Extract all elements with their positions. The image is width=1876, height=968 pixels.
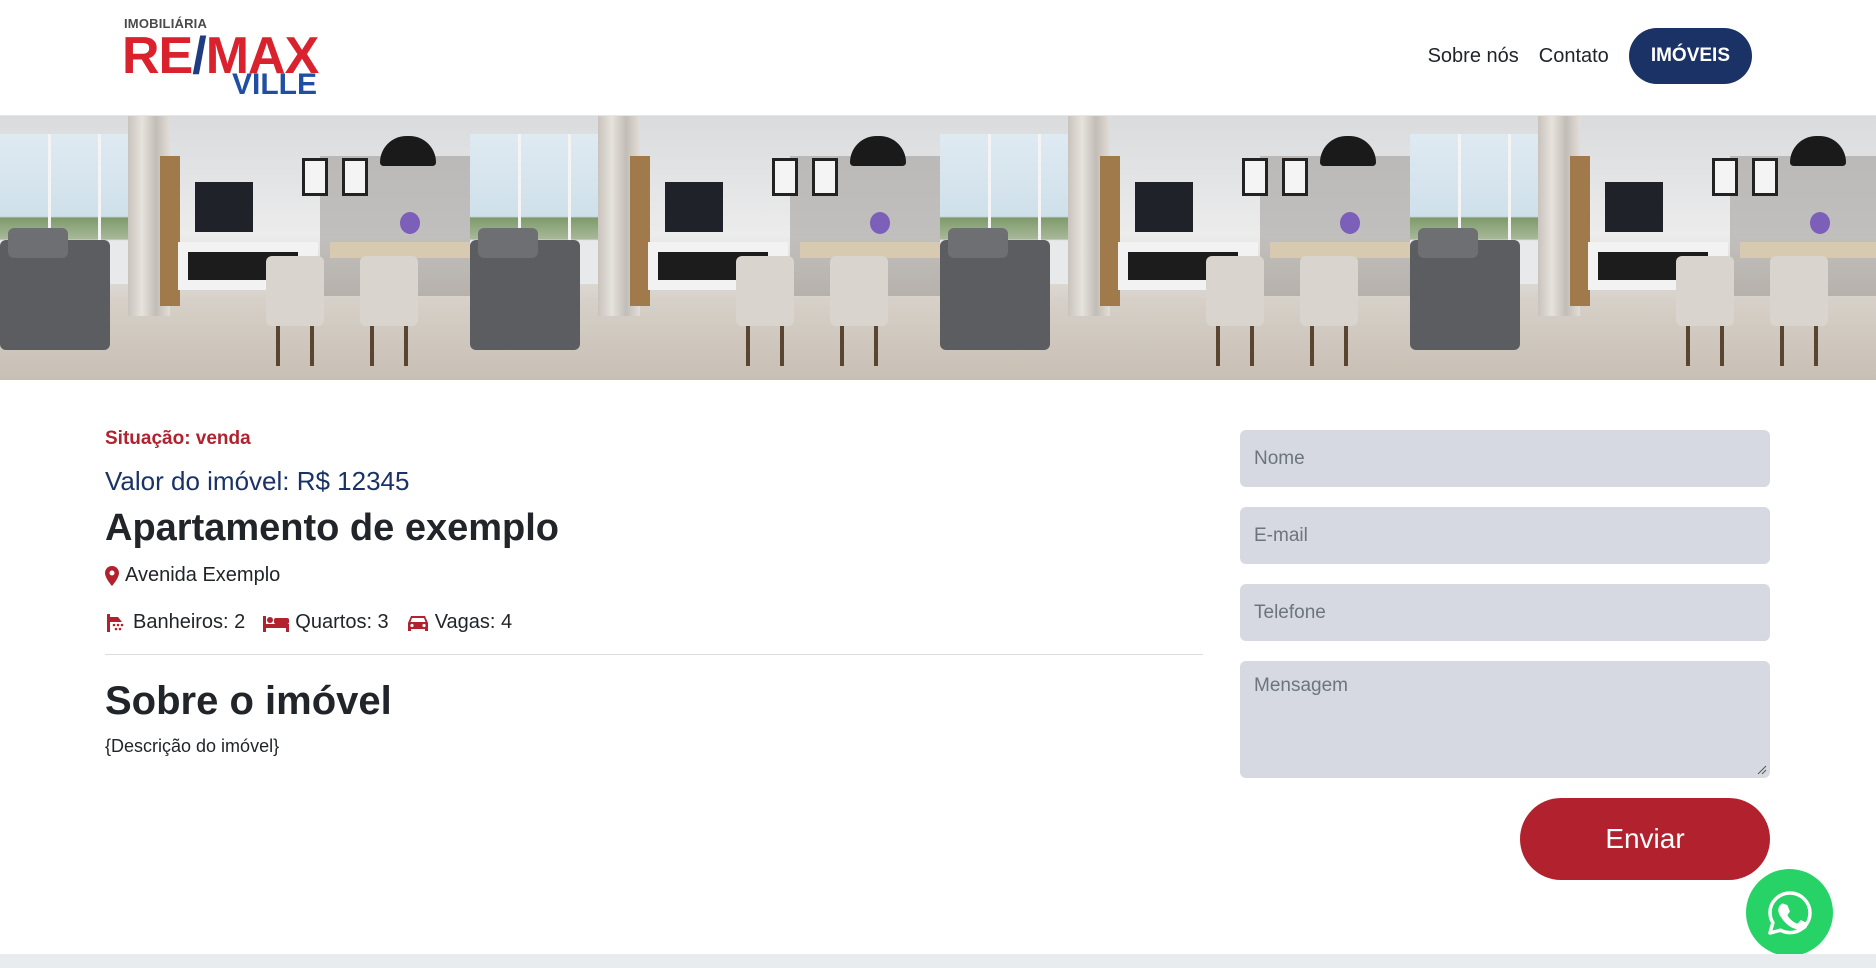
logo-subtitle: VILLE — [232, 68, 318, 101]
property-photo — [1410, 116, 1876, 380]
feature-banheiros: Banheiros: 2 — [105, 611, 245, 634]
phone-field[interactable]: Telefone — [1240, 584, 1770, 641]
message-placeholder: Mensagem — [1254, 675, 1348, 696]
feature-banheiros-label: Banheiros: 2 — [133, 611, 246, 633]
address-text: Avenida Exemplo — [125, 564, 281, 586]
nav-link-sobre[interactable]: Sobre nós — [1428, 45, 1519, 68]
about-heading: Sobre o imóvel — [105, 679, 392, 723]
bed-icon — [263, 614, 290, 632]
send-button[interactable]: Enviar — [1520, 798, 1770, 880]
whatsapp-icon — [1767, 890, 1812, 935]
remax-ville-logo[interactable]: IMOBILIÁRIA RE/MAX VILLE — [122, 16, 322, 100]
property-features: Banheiros: 2 Quartos: 3 Vagas: 4 — [105, 611, 1203, 634]
property-address: Avenida Exemplo — [105, 564, 1203, 587]
whatsapp-button[interactable] — [1746, 869, 1833, 956]
property-photo — [940, 116, 1410, 380]
imoveis-button[interactable]: IMÓVEIS — [1628, 28, 1752, 84]
resize-handle-icon[interactable] — [1757, 765, 1767, 775]
feature-quartos: Quartos: 3 — [263, 611, 389, 634]
about-description: {Descrição do imóvel} — [105, 736, 280, 756]
property-photo — [470, 116, 940, 380]
email-field[interactable]: E-mail — [1240, 507, 1770, 564]
name-field[interactable]: Nome — [1240, 430, 1770, 487]
car-icon — [407, 614, 429, 632]
feature-vagas-label: Vagas: 4 — [434, 611, 513, 633]
feature-vagas: Vagas: 4 — [407, 611, 512, 634]
property-photo-banner — [0, 116, 1876, 380]
site-header: IMOBILIÁRIA RE/MAX VILLE Sobre nós Conta… — [0, 0, 1876, 116]
feature-quartos-label: Quartos: 3 — [295, 611, 389, 633]
section-divider — [105, 654, 1203, 655]
property-title: Apartamento de exemplo — [105, 507, 559, 549]
shower-icon — [105, 613, 127, 632]
property-price: Valor do imóvel: R$ 12345 — [105, 466, 410, 496]
main-nav: Sobre nós Contato IMÓVEIS — [1428, 28, 1752, 84]
property-details: Situação: venda Valor do imóvel: R$ 1234… — [105, 428, 1203, 757]
contact-form: Nome E-mail Telefone Mensagem — [1240, 430, 1770, 778]
nav-link-contato[interactable]: Contato — [1539, 45, 1609, 68]
message-field[interactable]: Mensagem — [1240, 661, 1770, 778]
map-marker-icon — [105, 565, 119, 586]
property-status: Situação: venda — [105, 428, 251, 449]
footer-strip — [0, 954, 1876, 968]
property-photo — [0, 116, 470, 380]
